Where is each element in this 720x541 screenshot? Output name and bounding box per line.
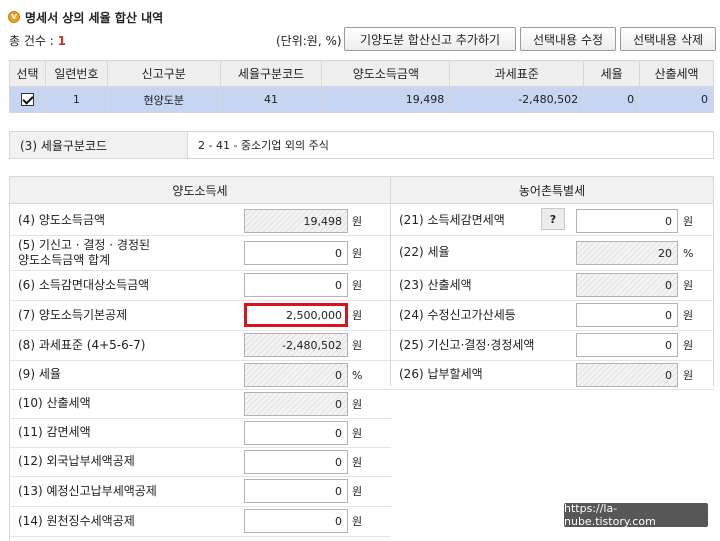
count-value: 1 [57, 34, 66, 48]
foreign-tax-credit-label: (12) 외국납부세액공제 [18, 454, 135, 468]
table-header-row: 선택 일련번호 신고구분 세율구분코드 양도소득금액 과세표준 세율 산출세액 [9, 60, 714, 87]
col-header-calc-tax: 산출세액 [639, 60, 714, 87]
income-tax-reduction-unit: 원 [683, 215, 694, 228]
calculated-tax-label: (10) 산출세액 [18, 396, 91, 410]
middle-divider [390, 204, 391, 386]
unit-note: (단위:원, %) [276, 34, 342, 48]
prior-income-total-field[interactable]: 0 [244, 241, 348, 265]
prior-income-total-label: (5) 기신고 · 결정 · 경정된 양도소득금액 합계 [18, 237, 151, 267]
bullet-icon: v [8, 11, 20, 23]
total-count: 총 건수 : 1 [9, 34, 66, 48]
row-divider [9, 536, 391, 537]
special-calculated-tax-label: (23) 산출세액 [399, 277, 472, 292]
left-border [9, 204, 10, 541]
capital-gains-tax-header: 양도소득세 [9, 176, 391, 204]
reduction-target-income-label: (6) 소득감면대상소득금액 [18, 277, 150, 292]
special-tax-rate-label: (22) 세율 [399, 245, 450, 259]
prior-income-total-unit: 원 [352, 247, 363, 260]
col-header-rate-code: 세율구분코드 [219, 60, 323, 87]
table-row[interactable]: 1 현양도분 41 19,498 -2,480,502 0 0 [9, 86, 714, 113]
col-header-rate: 세율 [583, 60, 641, 87]
rate-summary-table: 선택 일련번호 신고구분 세율구분코드 양도소득금액 과세표준 세율 산출세액 … [9, 60, 714, 113]
reduction-target-income-unit: 원 [352, 279, 363, 292]
watermark: https://la-nube.tistory.com [564, 502, 708, 528]
row-select-cell[interactable] [9, 86, 46, 113]
interim-payment-credit-label: (13) 예정신고납부세액공제 [18, 483, 157, 498]
special-calculated-tax-unit: 원 [683, 279, 694, 292]
additional-tax-unit: 원 [683, 309, 694, 322]
income-tax-reduction-field[interactable]: 0 [576, 209, 678, 233]
additional-tax-label: (24) 수정신고가산세등 [399, 307, 516, 322]
rate-code-cell: 41 [219, 86, 323, 113]
col-header-serial: 일련번호 [44, 60, 108, 87]
help-button[interactable]: ? [541, 208, 565, 230]
tax-rate-field: 0 [244, 363, 348, 387]
income-tax-reduction-label: (21) 소득세감면세액 [399, 213, 505, 227]
interim-payment-credit-unit: 원 [352, 485, 363, 498]
col-header-tax-base: 과세표준 [449, 60, 585, 87]
prior-assessed-tax-field[interactable]: 0 [576, 333, 678, 357]
right-border [713, 204, 714, 386]
rate-code-section: (3) 세율구분코드 2 - 41 - 중소기업 외의 주식 [9, 131, 714, 159]
special-tax-rate-unit: % [683, 246, 694, 260]
row-divider [390, 389, 714, 390]
page-title: 명세서 상의 세율 합산 내역 [25, 10, 164, 25]
add-prior-transfer-button[interactable]: 기양도분 합산신고 추가하기 [344, 27, 516, 51]
payable-tax-field: 0 [576, 363, 678, 387]
basic-deduction-label: (7) 양도소득기본공제 [18, 307, 128, 322]
rural-special-tax-header: 농어촌특별세 [390, 176, 714, 204]
calculated-tax-unit: 원 [352, 398, 363, 411]
row-checkbox[interactable] [20, 93, 34, 107]
col-header-type: 신고구분 [106, 60, 221, 87]
delete-selected-button[interactable]: 선택내용 삭제 [620, 27, 716, 51]
type-cell: 현양도분 [106, 86, 221, 113]
tax-base-label: (8) 과세표준 (4+5-6-7) [18, 337, 146, 352]
special-tax-rate-field: 20 [576, 241, 678, 265]
calc-tax-cell: 0 [639, 86, 714, 113]
foreign-tax-credit-field[interactable]: 0 [244, 450, 348, 474]
section-title: v 명세서 상의 세율 합산 내역 [8, 8, 163, 26]
transfer-income-label: (4) 양도소득금액 [18, 213, 106, 227]
tax-rate-unit: % [352, 368, 363, 382]
withholding-credit-unit: 원 [352, 515, 363, 528]
special-calculated-tax-field: 0 [576, 273, 678, 297]
tax-base-field: -2,480,502 [244, 333, 348, 357]
foreign-tax-credit-unit: 원 [352, 456, 363, 469]
edit-selected-button[interactable]: 선택내용 수정 [520, 27, 616, 51]
payable-tax-label: (26) 납부할세액 [399, 367, 483, 381]
withholding-credit-field[interactable]: 0 [244, 509, 348, 533]
serial-cell: 1 [44, 86, 108, 113]
transfer-income-field: 19,498 [244, 209, 348, 233]
interim-payment-credit-field[interactable]: 0 [244, 479, 348, 503]
transfer-income-unit: 원 [352, 215, 363, 228]
reduced-tax-field[interactable]: 0 [244, 421, 348, 445]
tax-base-unit: 원 [352, 339, 363, 352]
col-header-select: 선택 [9, 60, 46, 87]
basic-deduction-unit: 원 [352, 309, 363, 322]
income-cell: 19,498 [321, 86, 451, 113]
reduced-tax-label: (11) 감면세액 [18, 425, 91, 439]
rate-code-label: (3) 세율구분코드 [10, 132, 188, 158]
calculated-tax-field: 0 [244, 392, 348, 416]
reduction-target-income-field[interactable]: 0 [244, 273, 348, 297]
prior-assessed-tax-unit: 원 [683, 339, 694, 352]
withholding-credit-label: (14) 원천징수세액공제 [18, 513, 135, 528]
additional-tax-field[interactable]: 0 [576, 303, 678, 327]
col-header-income: 양도소득금액 [321, 60, 451, 87]
payable-tax-unit: 원 [683, 369, 694, 382]
tax-base-cell: -2,480,502 [449, 86, 585, 113]
basic-deduction-field[interactable]: 2,500,000 [244, 303, 348, 327]
prior-assessed-tax-label: (25) 기신고·결정·경정세액 [399, 337, 535, 352]
tax-rate-label: (9) 세율 [18, 367, 61, 381]
rate-cell: 0 [583, 86, 641, 113]
reduced-tax-unit: 원 [352, 427, 363, 440]
rate-code-value: 2 - 41 - 중소기업 외의 주식 [198, 139, 329, 152]
